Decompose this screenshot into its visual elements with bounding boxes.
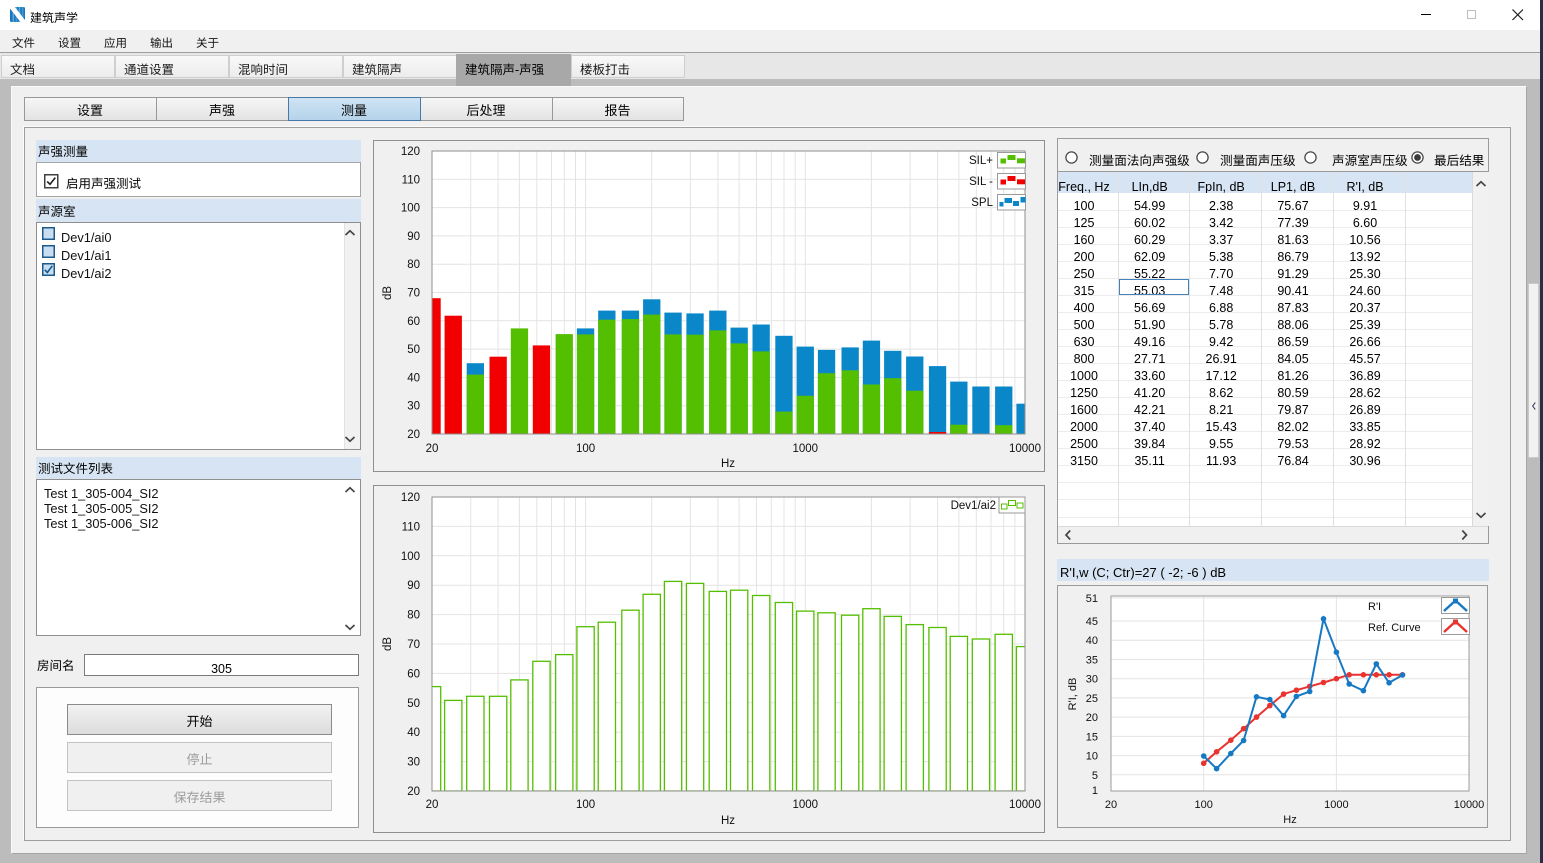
svg-text:40: 40 (1086, 632, 1098, 648)
svg-text:100: 100 (401, 200, 420, 216)
svg-text:10: 10 (1086, 748, 1098, 764)
svg-text:50: 50 (407, 341, 420, 357)
svg-text:80: 80 (407, 256, 420, 272)
svg-text:1000: 1000 (793, 440, 819, 456)
svg-text:110: 110 (402, 171, 420, 187)
svg-text:60: 60 (407, 665, 420, 681)
svg-text:15: 15 (1086, 728, 1098, 744)
svg-text:SIL -: SIL - (969, 173, 993, 189)
svg-text:120: 120 (401, 143, 420, 159)
svg-text:30: 30 (1086, 671, 1098, 687)
svg-text:dB: dB (379, 286, 395, 300)
svg-text:90: 90 (407, 577, 420, 593)
svg-text:35: 35 (1086, 652, 1098, 668)
svg-text:1: 1 (1092, 782, 1098, 798)
svg-text:SIL+: SIL+ (969, 152, 993, 168)
svg-text:10000: 10000 (1454, 796, 1485, 812)
svg-text:30: 30 (407, 398, 420, 414)
svg-text:10000: 10000 (1009, 796, 1041, 812)
svg-text:20: 20 (1086, 709, 1098, 725)
svg-text:100: 100 (576, 440, 595, 456)
svg-text:Ref. Curve: Ref. Curve (1368, 619, 1421, 635)
svg-text:10000: 10000 (1009, 440, 1041, 456)
svg-text:20: 20 (426, 440, 439, 456)
svg-text:40: 40 (407, 369, 420, 385)
svg-text:50: 50 (407, 695, 420, 711)
svg-text:dB: dB (379, 637, 395, 651)
svg-text:110: 110 (402, 518, 420, 534)
svg-text:5: 5 (1092, 767, 1098, 783)
svg-text:51: 51 (1086, 590, 1098, 606)
svg-text:20: 20 (407, 426, 420, 442)
svg-text:100: 100 (401, 548, 420, 564)
svg-text:25: 25 (1086, 690, 1098, 706)
svg-text:20: 20 (1105, 796, 1117, 812)
svg-text:R'I, dB: R'I, dB (1064, 678, 1080, 711)
svg-text:Hz: Hz (721, 455, 735, 471)
svg-text:70: 70 (407, 636, 420, 652)
svg-text:90: 90 (407, 228, 420, 244)
svg-text:100: 100 (576, 796, 595, 812)
svg-text:Dev1/ai2: Dev1/ai2 (951, 497, 996, 513)
svg-text:100: 100 (1195, 796, 1213, 812)
svg-text:80: 80 (407, 607, 420, 623)
svg-text:SPL: SPL (971, 194, 993, 210)
svg-text:40: 40 (407, 724, 420, 740)
svg-text:120: 120 (401, 489, 420, 505)
svg-text:60: 60 (407, 313, 420, 329)
svg-text:1000: 1000 (1324, 796, 1348, 812)
svg-text:1000: 1000 (793, 796, 819, 812)
svg-text:45: 45 (1086, 613, 1098, 629)
svg-text:20: 20 (407, 783, 420, 799)
svg-text:R'I: R'I (1368, 598, 1381, 614)
svg-text:20: 20 (426, 796, 439, 812)
svg-text:Hz: Hz (1283, 811, 1296, 827)
svg-text:70: 70 (407, 285, 420, 301)
svg-text:Hz: Hz (721, 812, 735, 828)
svg-text:30: 30 (407, 754, 420, 770)
